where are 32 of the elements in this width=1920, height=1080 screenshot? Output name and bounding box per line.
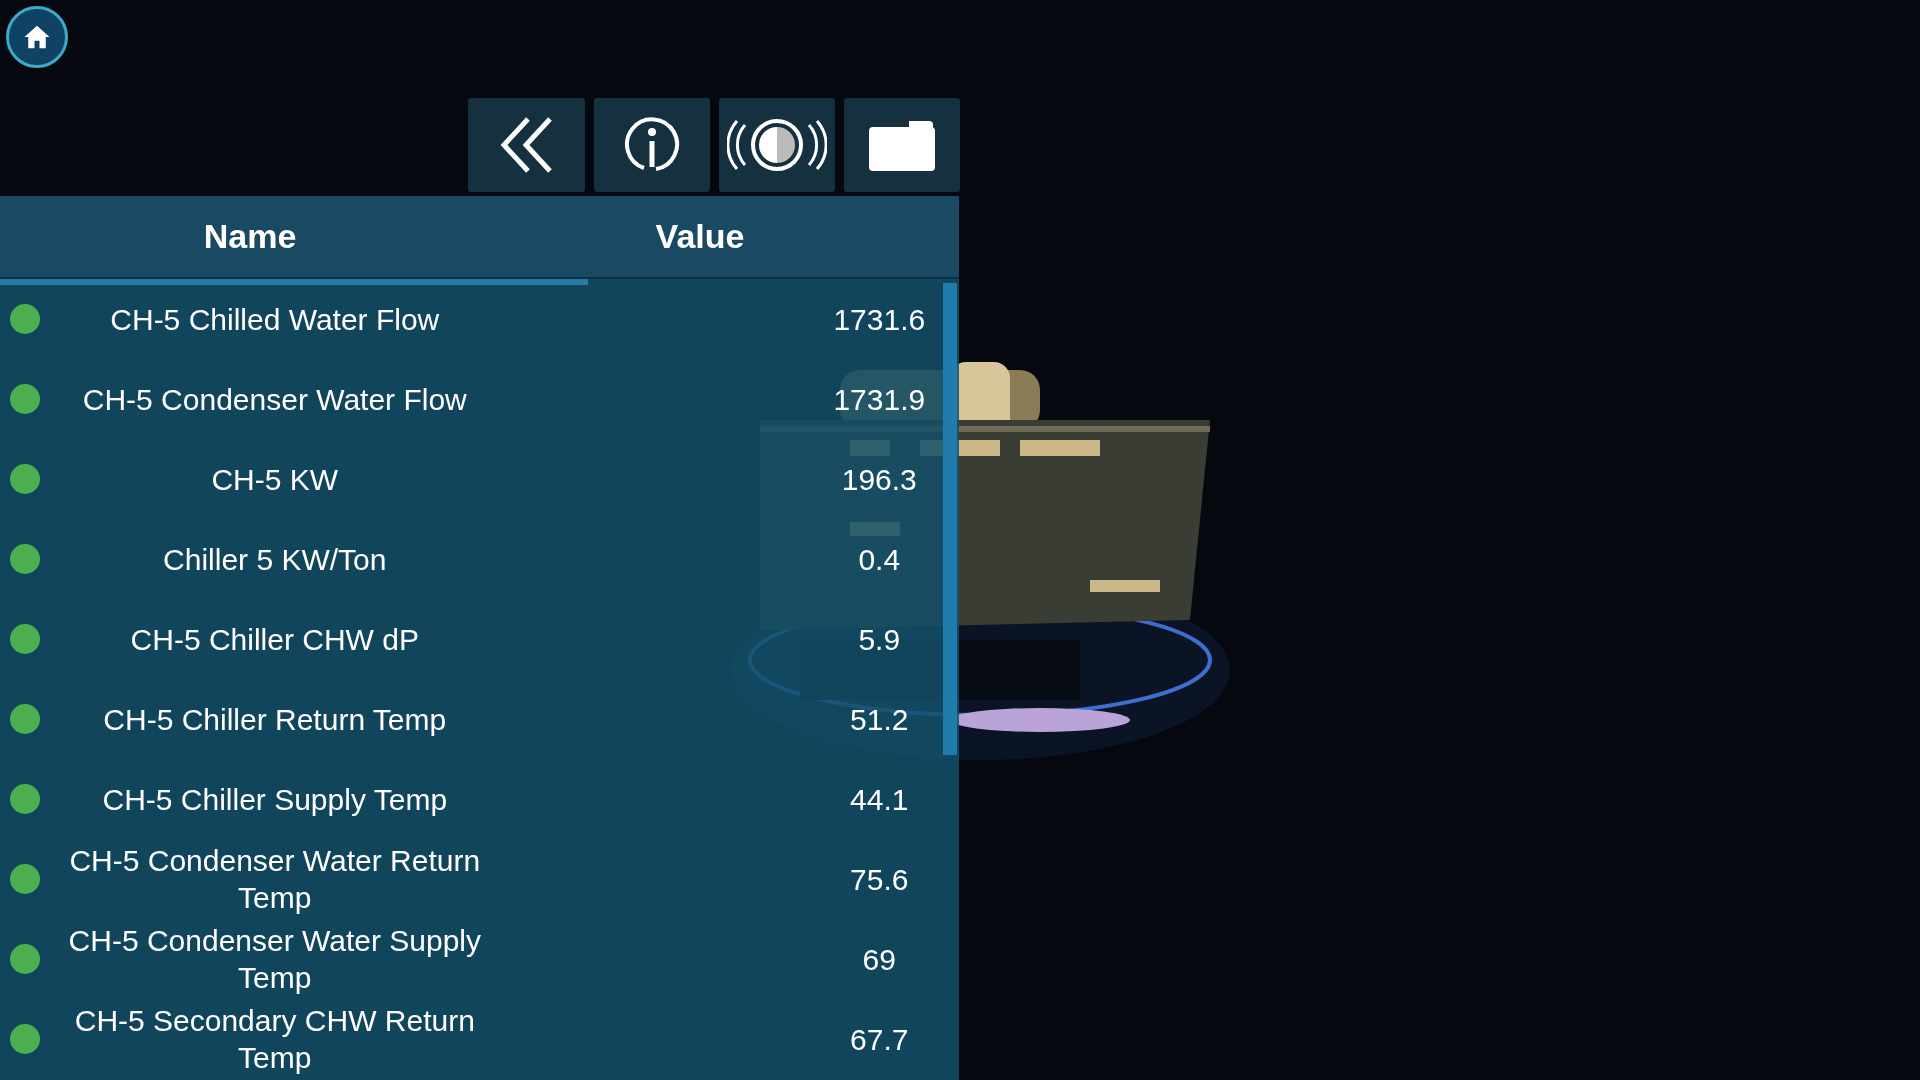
signal-button[interactable] (719, 98, 835, 192)
table-cell-text: 0.4 (857, 541, 902, 578)
info-button[interactable] (594, 98, 710, 192)
folder-icon (869, 119, 935, 171)
table-cell-text: 75.6 (849, 861, 910, 898)
table-cell-text: CH-5 Chiller CHW dP (129, 621, 420, 658)
table-cell-text: 1731.6 (832, 301, 927, 338)
table-cell-text: 69 (861, 941, 897, 978)
table-cell-text: 1731.9 (832, 381, 927, 418)
double-chevron-left-icon (499, 117, 554, 173)
table-cell-text: CH-5 Chiller Supply Temp (101, 781, 449, 818)
broadcast-icon (727, 117, 827, 173)
column-header: Value (654, 216, 746, 257)
info-icon (624, 117, 680, 173)
table-cell-text: Chiller 5 KW/Ton (162, 541, 388, 578)
horizontal-scrollbar[interactable] (0, 279, 588, 285)
table-cell-text: CH-5 Chilled Water Flow (109, 301, 441, 338)
table-cell-text: CH-5 Condenser Water Return Temp (68, 843, 482, 916)
table-cell-text: 67.7 (849, 1021, 910, 1058)
table-cell-text: 44.1 (849, 781, 910, 818)
table-cell-text: CH-5 Chiller Return Temp (102, 701, 448, 738)
table-cell-text: CH-5 Condenser Water Flow (81, 381, 468, 418)
table-cell-text: CH-5 Secondary CHW Return Temp (73, 1003, 476, 1076)
table-cell-text: CH-5 Condenser Water Supply Temp (67, 923, 482, 996)
back-button[interactable] (468, 98, 585, 192)
column-header: Name (202, 216, 298, 257)
table-cell-text: 51.2 (849, 701, 910, 738)
table-cell-text: 196.3 (840, 461, 918, 498)
table-cell-text: CH-5 KW (210, 461, 340, 498)
folder-button[interactable] (844, 98, 960, 192)
table-cell-text: 5.9 (857, 621, 902, 658)
scrollbar[interactable] (943, 283, 957, 755)
